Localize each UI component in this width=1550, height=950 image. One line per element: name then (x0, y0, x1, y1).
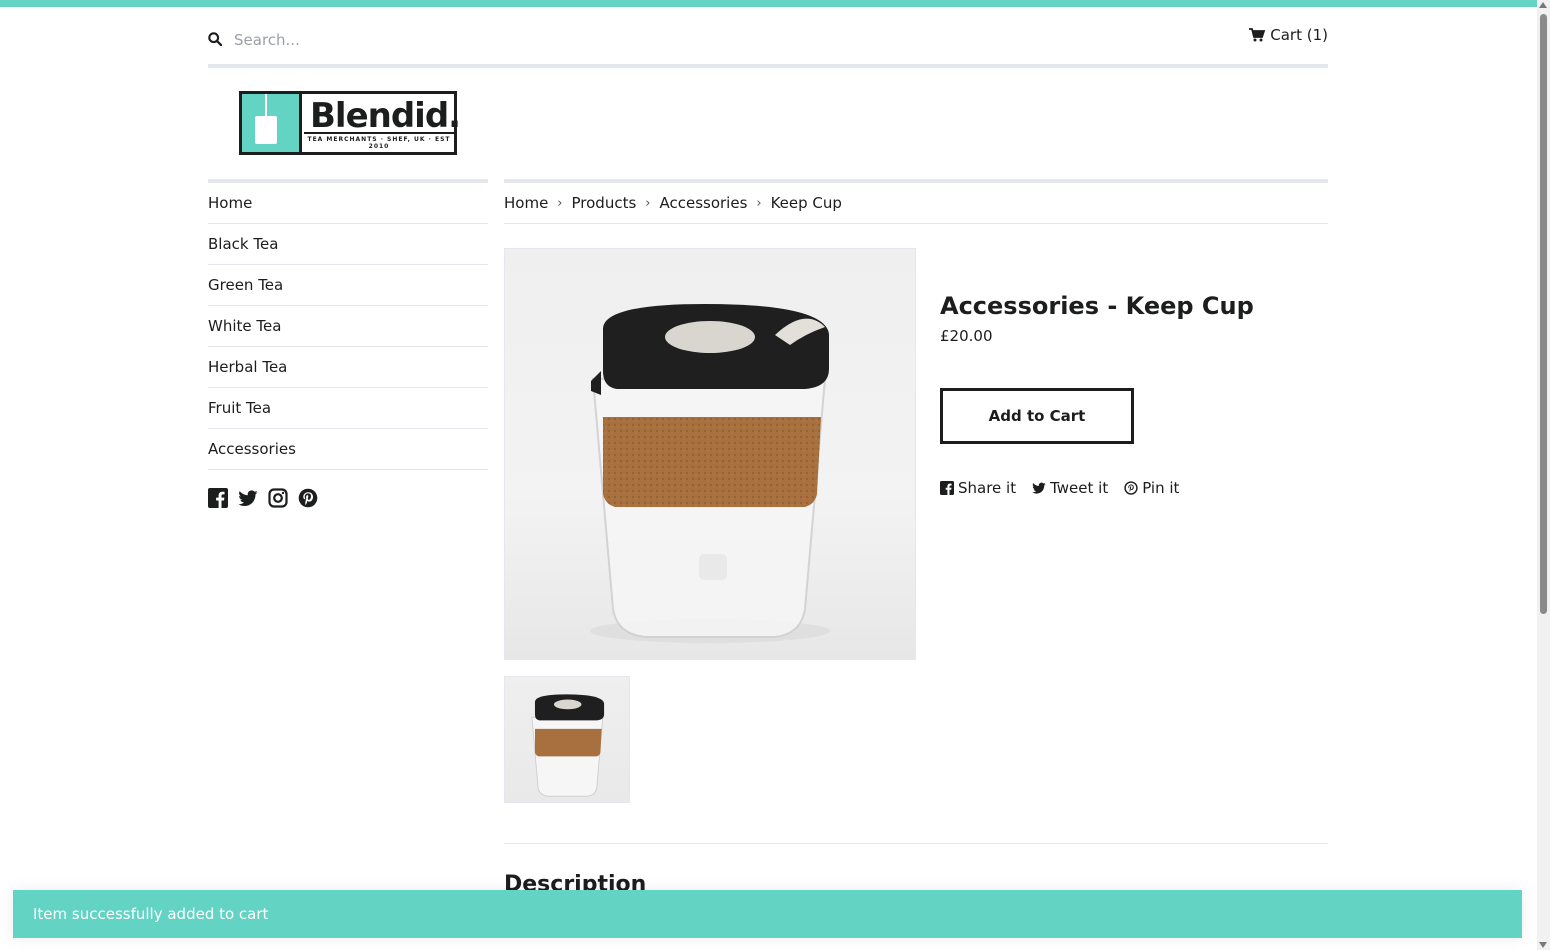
keep-cup-thumbnail-image (531, 694, 605, 797)
sidebar-item-fruit-tea[interactable]: Fruit Tea (208, 388, 488, 429)
instagram-icon[interactable] (268, 488, 288, 508)
scrollbar-thumb[interactable] (1540, 14, 1547, 614)
teabag-icon (255, 116, 277, 144)
twitter-icon[interactable] (238, 488, 258, 508)
scroll-up-icon[interactable] (1539, 2, 1547, 8)
breadcrumb: Home › Products › Accessories › Keep Cup (504, 179, 1328, 224)
sidebar-item-herbal-tea[interactable]: Herbal Tea (208, 347, 488, 388)
cart-link[interactable]: Cart (1) (1249, 26, 1328, 44)
sidebar-item-black-tea[interactable]: Black Tea (208, 224, 488, 265)
chevron-right-icon: › (645, 195, 651, 211)
add-to-cart-button[interactable]: Add to Cart (940, 388, 1134, 444)
sidebar-item-accessories[interactable]: Accessories (208, 429, 488, 470)
share-twitter-label: Tweet it (1050, 479, 1109, 497)
logo-teabag-panel (242, 94, 302, 152)
facebook-icon (940, 481, 954, 495)
breadcrumb-current: Keep Cup (770, 194, 842, 212)
share-pinterest[interactable]: Pin it (1124, 479, 1179, 497)
site-logo[interactable]: Blendid. TEA MERCHANTS · SHEF, UK · EST … (239, 91, 461, 155)
share-facebook-label: Share it (958, 479, 1017, 497)
top-accent-bar (0, 0, 1537, 7)
cart-label: Cart (1) (1270, 26, 1328, 44)
breadcrumb-products[interactable]: Products (572, 194, 637, 212)
chevron-right-icon: › (557, 195, 563, 211)
logo-wordmark: Blendid. (310, 96, 461, 136)
sidebar-nav: Home Black Tea Green Tea White Tea Herba… (208, 179, 488, 508)
share-twitter[interactable]: Tweet it (1032, 479, 1108, 497)
product-main-image[interactable] (504, 248, 916, 660)
sidebar-item-white-tea[interactable]: White Tea (208, 306, 488, 347)
social-links (208, 488, 488, 508)
chevron-right-icon: › (756, 195, 762, 211)
search-icon[interactable] (208, 32, 222, 46)
pinterest-icon (1124, 481, 1138, 495)
share-facebook[interactable]: Share it (940, 479, 1016, 497)
keep-cup-image (590, 304, 830, 643)
breadcrumb-home[interactable]: Home (504, 194, 548, 212)
site-header: Cart (1) (208, 22, 1328, 68)
logo-tagline: TEA MERCHANTS · SHEF, UK · EST 2010 (304, 132, 454, 150)
cart-icon (1249, 28, 1266, 42)
breadcrumb-accessories[interactable]: Accessories (659, 194, 747, 212)
product-title: Accessories - Keep Cup (940, 292, 1254, 320)
search-input[interactable] (234, 28, 634, 52)
facebook-icon[interactable] (208, 488, 228, 508)
share-links: Share it Tweet it Pin it (940, 479, 1179, 497)
sidebar-item-green-tea[interactable]: Green Tea (208, 265, 488, 306)
twitter-icon (1032, 482, 1046, 494)
pinterest-icon[interactable] (298, 488, 318, 508)
sidebar-item-home[interactable]: Home (208, 183, 488, 224)
product-thumbnail[interactable] (504, 676, 630, 803)
toast-notification: Item successfully added to cart (13, 890, 1522, 938)
page-scrollbar[interactable] (1537, 0, 1550, 950)
product-price: £20.00 (940, 327, 993, 345)
section-divider (504, 843, 1328, 844)
scroll-down-icon[interactable] (1539, 942, 1547, 948)
share-pinterest-label: Pin it (1142, 479, 1180, 497)
